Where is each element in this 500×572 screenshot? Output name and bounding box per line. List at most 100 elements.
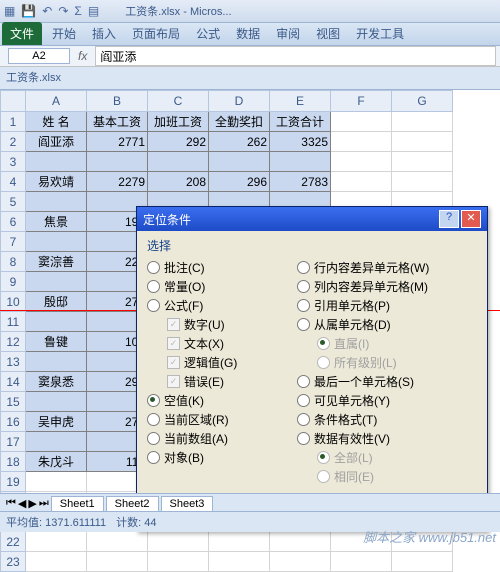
row-header[interactable]: 3 bbox=[1, 152, 26, 172]
cell[interactable] bbox=[26, 552, 87, 572]
cell[interactable] bbox=[87, 552, 148, 572]
row-header[interactable]: 23 bbox=[1, 552, 26, 572]
row-header[interactable]: 8 bbox=[1, 252, 26, 272]
cell[interactable] bbox=[392, 112, 453, 132]
row-header[interactable]: 13 bbox=[1, 352, 26, 372]
tab-file[interactable]: 文件 bbox=[2, 22, 42, 45]
col-header[interactable]: E bbox=[270, 91, 331, 112]
print-icon[interactable]: Σ bbox=[74, 4, 81, 18]
row-header[interactable]: 15 bbox=[1, 392, 26, 412]
col-header[interactable]: C bbox=[148, 91, 209, 112]
cell[interactable] bbox=[87, 152, 148, 172]
cell[interactable] bbox=[26, 272, 87, 292]
row-header[interactable]: 4 bbox=[1, 172, 26, 192]
option-b[interactable]: 对象(B) bbox=[147, 448, 297, 467]
cell[interactable]: 加班工资 bbox=[148, 112, 209, 132]
cell[interactable] bbox=[26, 392, 87, 412]
cell[interactable] bbox=[26, 432, 87, 452]
cell[interactable] bbox=[209, 152, 270, 172]
option-p[interactable]: 引用单元格(P) bbox=[297, 296, 467, 315]
cell[interactable] bbox=[26, 192, 87, 212]
workbook-tab[interactable]: 工资条.xlsx bbox=[0, 67, 500, 90]
tab-insert[interactable]: 插入 bbox=[84, 22, 124, 45]
cell[interactable] bbox=[148, 152, 209, 172]
cell[interactable] bbox=[392, 132, 453, 152]
cell[interactable]: 262 bbox=[209, 132, 270, 152]
col-header[interactable]: D bbox=[209, 91, 270, 112]
help-icon[interactable]: ? bbox=[439, 210, 459, 228]
row-header[interactable]: 1 bbox=[1, 112, 26, 132]
nav-first-icon[interactable]: ⏮ bbox=[6, 497, 16, 510]
option-t[interactable]: 条件格式(T) bbox=[297, 410, 467, 429]
undo-icon[interactable]: ↶ bbox=[42, 4, 52, 18]
sheet-tab[interactable]: Sheet1 bbox=[51, 496, 104, 511]
option-y[interactable]: 可见单元格(Y) bbox=[297, 391, 467, 410]
cell[interactable] bbox=[270, 552, 331, 572]
cell[interactable] bbox=[26, 152, 87, 172]
cell[interactable] bbox=[270, 152, 331, 172]
option-w[interactable]: 行内容差异单元格(W) bbox=[297, 258, 467, 277]
row-header[interactable]: 16 bbox=[1, 412, 26, 432]
cell[interactable]: 208 bbox=[148, 172, 209, 192]
row-header[interactable]: 5 bbox=[1, 192, 26, 212]
cell[interactable] bbox=[331, 112, 392, 132]
option-c[interactable]: 批注(C) bbox=[147, 258, 297, 277]
tab-layout[interactable]: 页面布局 bbox=[124, 22, 188, 45]
cell[interactable]: 2771 bbox=[87, 132, 148, 152]
formula-input[interactable]: 阎亚添 bbox=[95, 46, 496, 66]
cell[interactable] bbox=[148, 532, 209, 552]
cell[interactable] bbox=[209, 552, 270, 572]
cell[interactable]: 2783 bbox=[270, 172, 331, 192]
nav-last-icon[interactable]: ⏭ bbox=[39, 497, 49, 510]
sheet-tab[interactable]: Sheet3 bbox=[161, 496, 214, 511]
tab-home[interactable]: 开始 bbox=[44, 22, 84, 45]
cell[interactable] bbox=[331, 552, 392, 572]
cell[interactable] bbox=[209, 532, 270, 552]
col-header[interactable]: A bbox=[26, 91, 87, 112]
option-o[interactable]: 常量(O) bbox=[147, 277, 297, 296]
row-header[interactable]: 19 bbox=[1, 472, 26, 492]
cell[interactable] bbox=[26, 232, 87, 252]
cell[interactable]: 窦淙善 bbox=[26, 252, 87, 272]
cell[interactable]: 易欢靖 bbox=[26, 172, 87, 192]
row-header[interactable]: 7 bbox=[1, 232, 26, 252]
cell[interactable]: 焦景 bbox=[26, 212, 87, 232]
option-s[interactable]: 最后一个单元格(S) bbox=[297, 372, 467, 391]
tab-review[interactable]: 审阅 bbox=[268, 22, 308, 45]
cell[interactable] bbox=[331, 132, 392, 152]
row-header[interactable]: 14 bbox=[1, 372, 26, 392]
row-header[interactable]: 12 bbox=[1, 332, 26, 352]
cell[interactable]: 窦泉悉 bbox=[26, 372, 87, 392]
row-header[interactable]: 22 bbox=[1, 532, 26, 552]
cell[interactable] bbox=[392, 172, 453, 192]
tab-data[interactable]: 数据 bbox=[228, 22, 268, 45]
nav-prev-icon[interactable]: ◀ bbox=[18, 497, 26, 510]
option-a[interactable]: 当前数组(A) bbox=[147, 429, 297, 448]
cell[interactable] bbox=[26, 352, 87, 372]
col-header[interactable]: B bbox=[87, 91, 148, 112]
row-header[interactable]: 9 bbox=[1, 272, 26, 292]
cell[interactable]: 吴申虎 bbox=[26, 412, 87, 432]
row-header[interactable]: 17 bbox=[1, 432, 26, 452]
close-icon[interactable]: ✕ bbox=[461, 210, 481, 228]
option-r[interactable]: 当前区域(R) bbox=[147, 410, 297, 429]
cell[interactable] bbox=[392, 152, 453, 172]
col-header[interactable]: G bbox=[392, 91, 453, 112]
dialog-titlebar[interactable]: 定位条件 ? ✕ bbox=[137, 207, 487, 231]
cell[interactable] bbox=[87, 532, 148, 552]
row-header[interactable]: 10 bbox=[1, 292, 26, 312]
cell[interactable]: 殷邸 bbox=[26, 292, 87, 312]
row-header[interactable]: 2 bbox=[1, 132, 26, 152]
tab-dev[interactable]: 开发工具 bbox=[348, 22, 412, 45]
option-v[interactable]: 数据有效性(V) bbox=[297, 429, 467, 448]
tab-formula[interactable]: 公式 bbox=[188, 22, 228, 45]
save-icon[interactable]: 💾 bbox=[21, 4, 36, 18]
tab-view[interactable]: 视图 bbox=[308, 22, 348, 45]
chart-icon[interactable]: ▤ bbox=[88, 4, 99, 18]
cell[interactable]: 296 bbox=[209, 172, 270, 192]
option-k[interactable]: 空值(K) bbox=[147, 391, 297, 410]
cell[interactable] bbox=[331, 172, 392, 192]
redo-icon[interactable]: ↷ bbox=[58, 4, 68, 18]
cell[interactable]: 姓 名 bbox=[26, 112, 87, 132]
cell[interactable] bbox=[26, 312, 87, 332]
